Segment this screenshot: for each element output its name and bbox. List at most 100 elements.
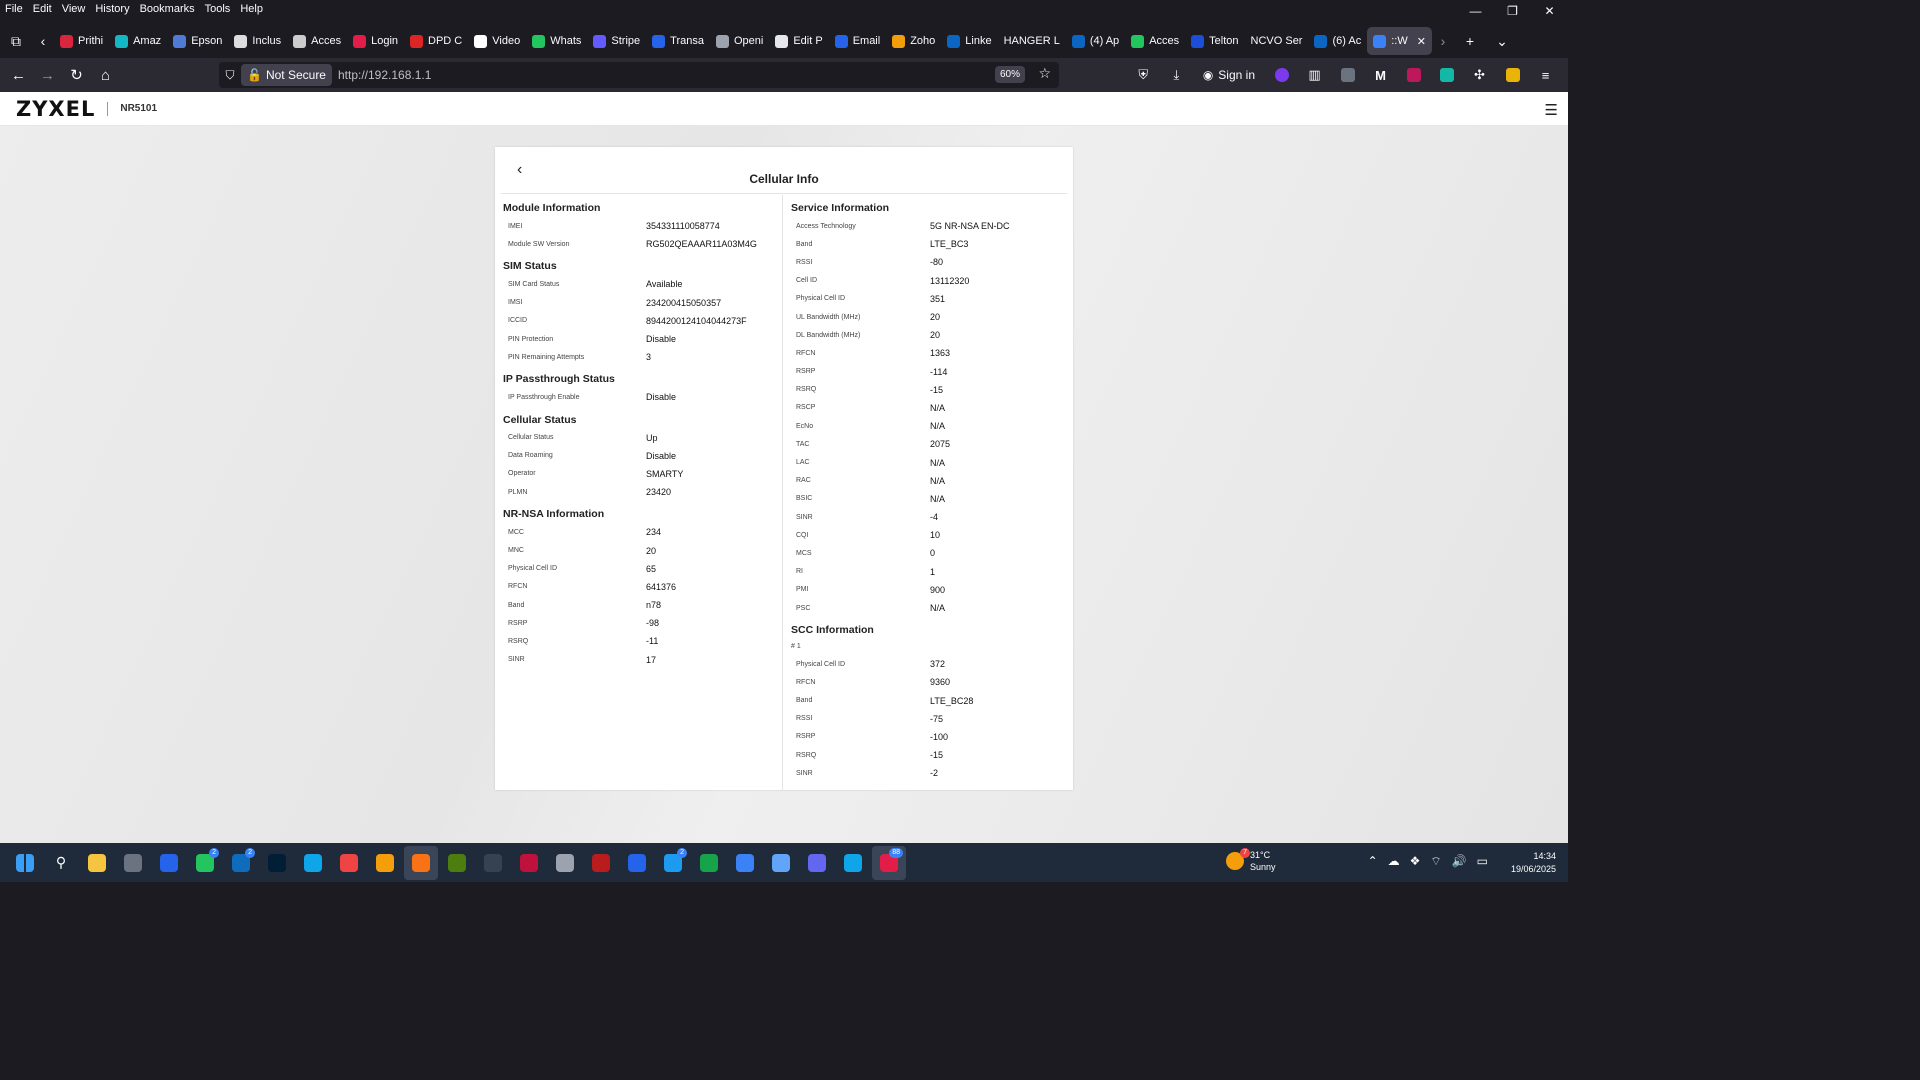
tab-linke[interactable]: Linke [941, 27, 997, 55]
excel-icon[interactable] [692, 846, 726, 880]
tab-openi[interactable]: Openi [710, 27, 769, 55]
tab-edit-p[interactable]: Edit P [769, 27, 828, 55]
chrome-icon[interactable] [368, 846, 402, 880]
filezilla-icon[interactable] [584, 846, 618, 880]
minimize-button[interactable]: — [1457, 0, 1494, 22]
tab-stripe[interactable]: Stripe [587, 27, 646, 55]
menu-bookmarks[interactable]: Bookmarks [135, 3, 200, 15]
dreamweaver-icon[interactable] [440, 846, 474, 880]
tab-telton[interactable]: Telton [1185, 27, 1244, 55]
firefox-view-icon[interactable]: ⧉ [0, 24, 32, 58]
zoom-level-button[interactable]: 60% [994, 66, 1025, 83]
sign-in-button[interactable]: ◉ Sign in [1195, 61, 1263, 89]
menu-icon[interactable]: ☰ [1545, 101, 1558, 119]
extensions-puzzle-icon[interactable]: ✣ [1465, 61, 1494, 89]
tab-ncvo-ser[interactable]: NCVO Ser [1245, 27, 1309, 55]
star-icon[interactable]: ☆ [1038, 65, 1051, 82]
url-bar[interactable]: ⛉ 🔓 Not Secure http://192.168.1.1 60% ☆ [219, 62, 1059, 88]
url-text[interactable]: http://192.168.1.1 [338, 68, 431, 82]
notepad-icon[interactable] [548, 846, 582, 880]
extension-icon[interactable]: M [1366, 61, 1395, 89]
tab-scroll-right-icon[interactable]: › [1432, 24, 1454, 58]
tab-acces[interactable]: Acces [1125, 27, 1185, 55]
field-value: 20 [930, 330, 941, 341]
twitter-icon[interactable]: 2 [656, 846, 690, 880]
menu-edit[interactable]: Edit [28, 3, 57, 15]
tab-w[interactable]: ::W ✕ [1367, 27, 1432, 55]
chevron-up-icon[interactable]: ⌃ [1368, 854, 1378, 869]
weather-widget[interactable]: 7 31°C Sunny [1226, 848, 1276, 873]
firefox-icon[interactable] [404, 845, 438, 880]
teams-icon[interactable] [800, 846, 834, 880]
extension-icon[interactable] [1498, 61, 1527, 89]
settings-icon[interactable] [476, 846, 510, 880]
shield-icon[interactable]: ⛉ [219, 68, 241, 83]
menu-help[interactable]: Help [235, 3, 268, 15]
list-all-tabs-icon[interactable]: ⌄ [1486, 24, 1518, 58]
tab-inclus[interactable]: Inclus [228, 27, 287, 55]
extension-icon[interactable] [1267, 61, 1296, 89]
dropbox-icon[interactable]: ❖ [1410, 854, 1421, 869]
tab-epson[interactable]: Epson [167, 27, 228, 55]
cloud-icon[interactable]: ☁ [1388, 854, 1400, 869]
tab-prithi[interactable]: Prithi [54, 27, 109, 55]
tab-email[interactable]: Email [829, 27, 887, 55]
start-icon[interactable] [8, 846, 42, 880]
cortana-icon[interactable] [836, 846, 870, 880]
calendar-icon[interactable] [764, 846, 798, 880]
file-explorer-icon[interactable] [80, 846, 114, 880]
tab-6-ac[interactable]: (6) Ac [1308, 27, 1367, 55]
download-icon[interactable]: ⤓ [1162, 61, 1191, 89]
menu-tools[interactable]: Tools [200, 3, 236, 15]
tab-zoho[interactable]: Zoho [886, 27, 941, 55]
sign-in-label: Sign in [1218, 68, 1255, 82]
tab-transa[interactable]: Transa [646, 27, 710, 55]
forward-arrow-icon[interactable]: → [33, 61, 62, 89]
info-row-imsi: IMSI 234200415050357 [503, 294, 781, 312]
volume-icon[interactable]: 🔊 [1452, 854, 1467, 869]
wifi-icon[interactable]: ⌔ [1430, 854, 1441, 869]
tab-dpd-c[interactable]: DPD C [404, 27, 468, 55]
brand-logo[interactable]: ZYXEL [16, 97, 95, 121]
search-icon[interactable]: ⚲ [44, 846, 78, 880]
tab-video[interactable]: Video [468, 27, 526, 55]
pocket-icon[interactable]: ⛨ [1129, 61, 1158, 89]
tab-4-ap[interactable]: (4) Ap [1066, 27, 1125, 55]
outlook-new-icon[interactable] [620, 846, 654, 880]
library-icon[interactable]: ▥ [1300, 61, 1329, 89]
close-tab-icon[interactable]: ✕ [1417, 35, 1426, 48]
whatsapp-icon[interactable]: 2 [188, 846, 222, 880]
media-player-icon[interactable] [512, 846, 546, 880]
back-arrow-icon[interactable]: ← [4, 61, 33, 89]
not-secure-label: Not Secure [265, 68, 326, 82]
menu-file[interactable]: File [0, 3, 28, 15]
site-security-button[interactable]: 🔓 Not Secure [241, 64, 332, 86]
remote-desktop-icon[interactable] [728, 846, 762, 880]
new-tab-icon[interactable]: + [1454, 24, 1486, 58]
outlook-icon[interactable]: 2 [224, 846, 258, 880]
edge-icon[interactable] [296, 846, 330, 880]
battery-icon[interactable]: ▭ [1477, 854, 1488, 869]
extension-icon[interactable] [1399, 61, 1428, 89]
clock[interactable]: 14:34 19/06/2025 [1511, 850, 1556, 876]
extension-icon[interactable] [1333, 61, 1362, 89]
restore-button[interactable]: ❐ [1494, 0, 1531, 22]
menu-hamburger-icon[interactable]: ≡ [1531, 61, 1560, 89]
tab-whats[interactable]: Whats [526, 27, 587, 55]
close-window-button[interactable]: ✕ [1531, 0, 1568, 22]
calculator-icon[interactable] [116, 846, 150, 880]
extension-icon[interactable] [1432, 61, 1461, 89]
tab-login[interactable]: Login [347, 27, 404, 55]
tab-hanger-l[interactable]: HANGER L [998, 27, 1066, 55]
menu-history[interactable]: History [90, 3, 134, 15]
messenger-icon[interactable] [152, 846, 186, 880]
reload-icon[interactable]: ↻ [62, 61, 91, 89]
home-icon[interactable]: ⌂ [91, 61, 120, 89]
tab-amaz[interactable]: Amaz [109, 27, 167, 55]
mail-icon[interactable]: 88 [872, 845, 906, 880]
menu-view[interactable]: View [57, 3, 91, 15]
tab-acces[interactable]: Acces [287, 27, 347, 55]
chrome-alt-icon[interactable] [332, 846, 366, 880]
tab-scroll-left-icon[interactable]: ‹ [32, 24, 54, 58]
photoshop-icon[interactable] [260, 846, 294, 880]
